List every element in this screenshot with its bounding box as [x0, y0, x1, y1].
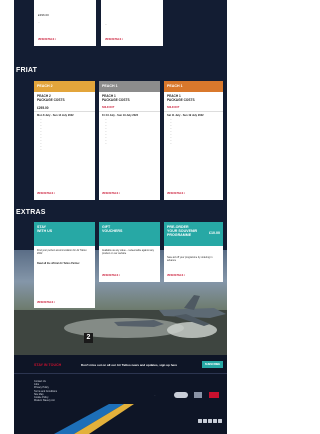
view-details-link[interactable]: VIEW DETAILS > — [102, 275, 120, 277]
package-card-3: PEACH 1 PACKAGE COSTS SOLD OUT Sat 11 Ju… — [164, 92, 223, 200]
extras-card-price: £10.00 — [209, 231, 220, 235]
instagram-icon[interactable] — [213, 419, 217, 423]
package-price: £295.00 — [37, 106, 49, 110]
extras-card-desc: Find your perfect accommodation for Air … — [37, 249, 87, 256]
extras-heading: EXTRAS — [16, 209, 46, 216]
footer-link[interactable]: Modern Slavery Act — [34, 399, 84, 402]
extras-card-stay-head[interactable]: STAY WITH US — [34, 222, 95, 246]
footer-decoration-icon — [54, 404, 134, 434]
extras-card-desc: Available as any value – redeemable agai… — [102, 249, 154, 256]
view-details-link[interactable]: VIEW DETAILS > — [37, 302, 55, 304]
package-bullets: ........................... — [167, 119, 222, 146]
youtube-icon[interactable] — [208, 419, 212, 423]
twitter-icon[interactable] — [203, 419, 207, 423]
package-date: Fri 10 July - Sun 19 July 2022 — [102, 114, 139, 117]
extras-card-title: STAY WITH US — [37, 225, 53, 234]
view-details-link[interactable]: VIEW DETAILS > — [167, 275, 185, 277]
package-bullet: ... — [170, 143, 222, 146]
top-card-text: ... — [38, 21, 40, 24]
package-title: PEACH 1 PACKAGE COSTS — [102, 94, 130, 102]
top-card-1[interactable]: £396.00 ... VIEW DETAILS > — [34, 0, 96, 46]
hero-number-badge: 2 — [84, 333, 93, 343]
extras-card-title: GIFT VOUCHERS — [102, 225, 123, 234]
pack-tab-peach-2[interactable]: PEACH 2 — [34, 81, 95, 92]
pack-tab-peach-1b[interactable]: PEACH 1 — [164, 81, 223, 92]
view-details-link[interactable]: VIEW DETAILS > — [102, 193, 120, 195]
package-bullet: ... — [40, 149, 94, 152]
partner-logos — [174, 385, 219, 403]
package-card-1: PEACH 2 PACKAGE COSTS £295.00 Mon 8 July… — [34, 92, 95, 200]
linkedin-icon[interactable] — [218, 419, 222, 423]
extras-card-gift: Available as any value – redeemable agai… — [99, 246, 160, 282]
divider — [14, 373, 227, 374]
view-details-link[interactable]: VIEW DETAILS > — [37, 193, 55, 195]
top-card-price: £396.00 — [38, 13, 49, 17]
facebook-icon[interactable] — [198, 419, 202, 423]
footer-links: Contact Us Jobs Privacy Policy Terms and… — [34, 380, 84, 402]
view-details-link[interactable]: VIEW DETAILS > — [38, 39, 56, 41]
sold-out-label: SOLD OUT — [167, 106, 180, 109]
package-bullets: ................................. — [37, 119, 94, 152]
page: £396.00 ... VIEW DETAILS > ... VIEW DETA… — [14, 0, 227, 434]
footer: STAY IN TOUCH Don't miss out on all our … — [14, 355, 227, 434]
package-bullet: ... — [105, 143, 159, 146]
package-title: PEACH 1 PACKAGE COSTS — [167, 94, 195, 102]
package-bullets: ........................... — [102, 119, 159, 146]
view-details-link[interactable]: VIEW DETAILS > — [105, 39, 123, 41]
social-icons — [197, 410, 222, 428]
pack-tab-peach-1[interactable]: PEACH 1 — [99, 81, 160, 92]
package-date: Sat 11 July - Sun 19 July 2022 — [167, 114, 204, 117]
extras-card-stay: Find your perfect accommodation for Air … — [34, 246, 95, 308]
extras-card-programme-head[interactable]: PRE-ORDER YOUR SOUVENIR PROGRAMME £10.00 — [164, 222, 223, 246]
extras-card-gift-head[interactable]: GIFT VOUCHERS — [99, 222, 160, 246]
friat-heading: FRIAT — [16, 67, 38, 74]
top-card-text: ... — [105, 23, 107, 26]
top-card-2[interactable]: ... VIEW DETAILS > — [101, 0, 163, 46]
divider — [34, 111, 95, 112]
newsletter-heading: STAY IN TOUCH — [34, 363, 62, 367]
view-details-link[interactable]: VIEW DETAILS > — [167, 193, 185, 195]
extras-card-desc-2: Read all the official Air Tattoo Partner — [37, 262, 80, 265]
sold-out-label: SOLD OUT — [102, 106, 115, 109]
package-date: Mon 8 July - Sun 14 July 2022 — [37, 114, 74, 117]
extras-card-programme: Save £2 off your programme by ordering i… — [164, 246, 223, 282]
subscribe-button[interactable]: SUBSCRIBE — [202, 361, 223, 368]
extras-card-desc: Save £2 off your programme by ordering i… — [167, 256, 213, 263]
legal-text: ... — [154, 395, 156, 397]
package-title: PEACH 2 PACKAGE COSTS — [37, 94, 65, 102]
package-card-2: PEACH 1 PACKAGE COSTS SOLD OUT Fri 10 Ju… — [99, 92, 160, 200]
divider — [164, 111, 223, 112]
newsletter-text: Don't miss out on all our Air Tattoo new… — [81, 363, 178, 367]
divider — [99, 111, 160, 112]
